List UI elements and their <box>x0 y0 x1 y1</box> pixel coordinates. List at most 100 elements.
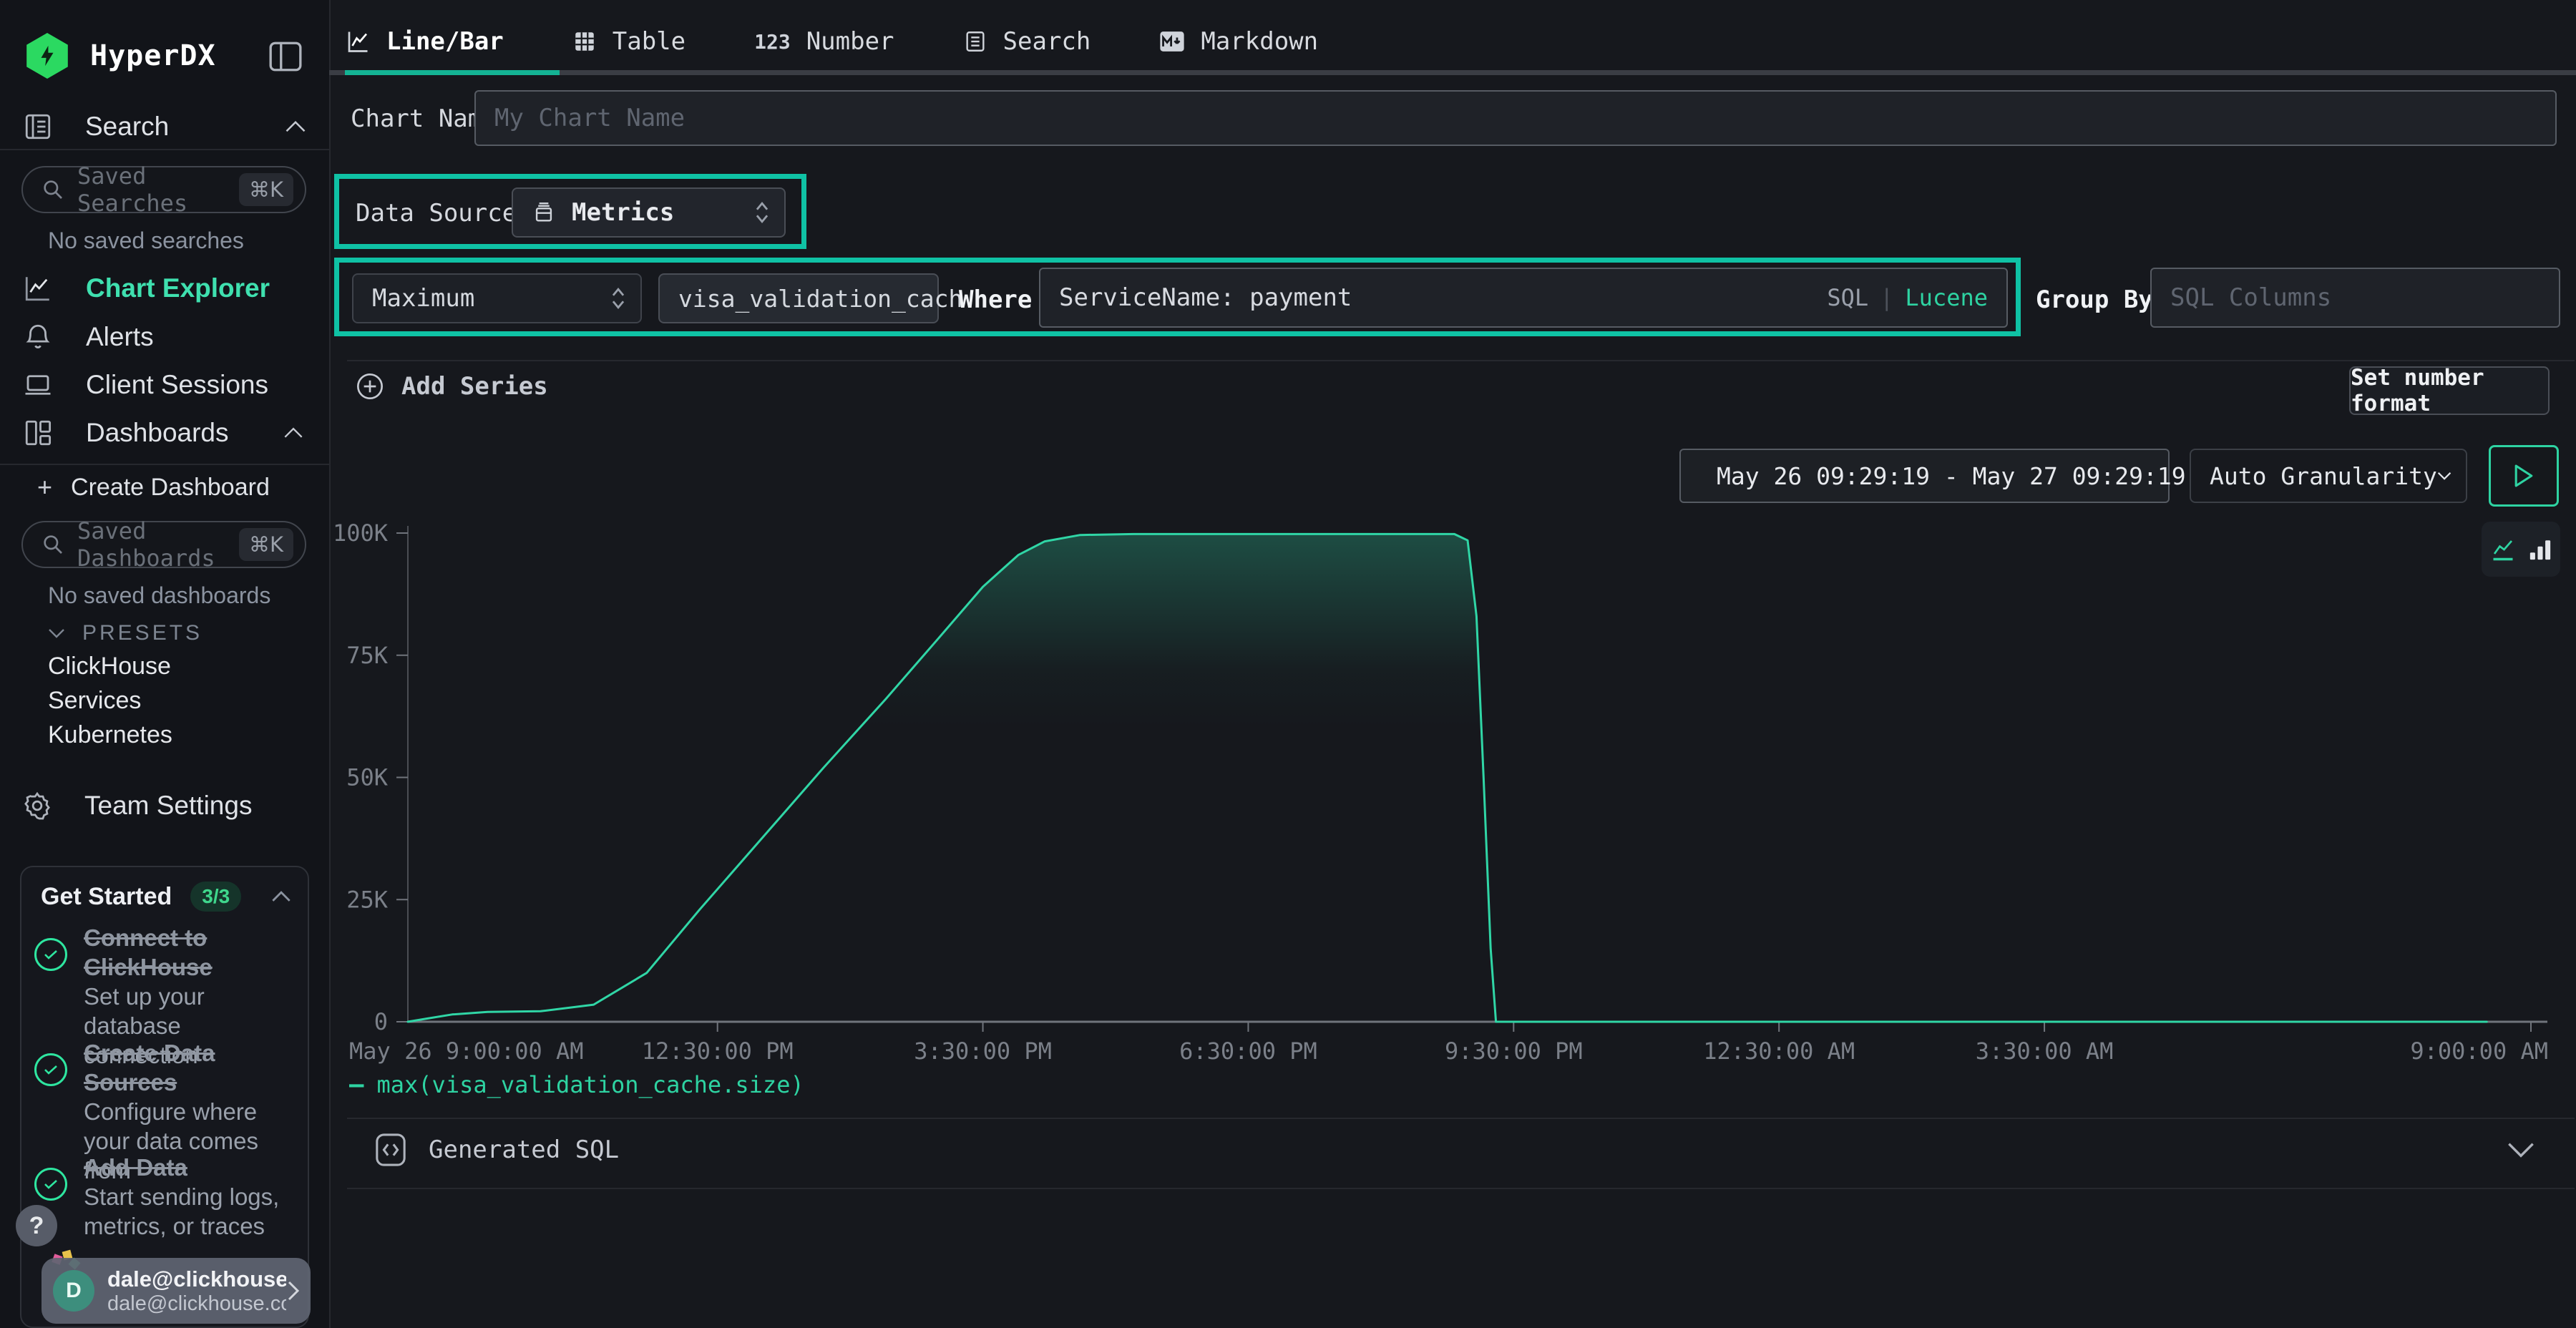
tab-table[interactable]: Table <box>572 27 686 56</box>
tab-label: Markdown <box>1201 27 1318 56</box>
no-saved-searches-text: No saved searches <box>48 228 244 254</box>
get-started-badge: 3/3 <box>190 882 241 912</box>
get-started-item-title: Create Data Sources <box>84 1038 298 1097</box>
no-saved-dashboards-text: No saved dashboards <box>48 582 270 609</box>
legend-series-label: max(visa_validation_cache.size) <box>376 1071 804 1098</box>
add-series-label: Add Series <box>401 372 548 401</box>
avatar: D <box>53 1270 94 1312</box>
chart-name-input[interactable] <box>474 90 2557 146</box>
generated-sql-label: Generated SQL <box>429 1136 2507 1164</box>
lucene-mode-toggle[interactable]: Lucene <box>1905 284 1988 311</box>
metric-field-tag[interactable]: visa_validation_cach <box>658 273 939 323</box>
shortcut-badge: ⌘K <box>239 173 293 206</box>
help-button[interactable]: ? <box>16 1205 57 1246</box>
aggregation-value: Maximum <box>372 284 610 313</box>
create-dashboard-label: Create Dashboard <box>71 474 270 502</box>
generated-sql-toggle[interactable]: Generated SQL <box>374 1128 2535 1171</box>
get-started-header[interactable]: Get Started 3/3 <box>41 882 291 912</box>
saved-dashboards-input[interactable]: Saved Dashboards ⌘K <box>21 521 306 568</box>
markdown-icon <box>1159 30 1185 53</box>
user-menu[interactable]: D dale@clickhouse.com dale@clickhouse.co… <box>42 1258 311 1324</box>
dashboards-icon <box>23 418 53 448</box>
tab-markdown[interactable]: Markdown <box>1159 27 1318 56</box>
svg-text:9:30:00 PM: 9:30:00 PM <box>1445 1038 1583 1065</box>
sidebar-item-chart-explorer[interactable]: Chart Explorer <box>23 273 270 303</box>
get-started-item[interactable]: Add Data Start sending logs, metrics, or… <box>84 1153 298 1241</box>
sidebar-item-alerts[interactable]: Alerts <box>23 322 154 352</box>
sql-mode-toggle[interactable]: SQL <box>1827 284 1868 311</box>
chevron-up-icon <box>283 426 303 439</box>
group-by-input[interactable] <box>2150 268 2560 328</box>
check-circle-icon <box>34 1053 67 1086</box>
select-chevrons-icon <box>610 286 626 311</box>
list-icon <box>963 29 987 54</box>
get-started-title: Get Started <box>41 883 172 911</box>
sidebar-item-client-sessions[interactable]: Client Sessions <box>23 370 268 400</box>
circle-plus-icon <box>356 372 384 401</box>
svg-text:75K: 75K <box>346 642 389 669</box>
chevron-up-icon <box>271 890 291 903</box>
sidebar-section-search[interactable]: Search <box>23 112 306 142</box>
saved-searches-input[interactable]: Saved Searches ⌘K <box>21 166 306 213</box>
where-value: ServiceName: payment <box>1059 283 1827 312</box>
get-started-item-title: Connect to ClickHouse <box>84 923 291 982</box>
help-label: ? <box>29 1212 44 1240</box>
granularity-value: Auto Granularity <box>2210 462 2437 490</box>
chevron-down-icon <box>2437 469 2451 482</box>
svg-text:50K: 50K <box>346 764 389 791</box>
svg-text:May 26 9:00:00 AM: May 26 9:00:00 AM <box>349 1038 584 1065</box>
chevron-down-icon <box>2507 1141 2535 1158</box>
set-number-format-button[interactable]: Set number format <box>2349 366 2550 415</box>
sidebar-item-label: Dashboards <box>86 418 283 448</box>
chart-type-tabbar: Line/Bar Table 123 Number Search Markdow… <box>345 19 1318 64</box>
collapse-sidebar-icon[interactable] <box>268 40 303 73</box>
where-input[interactable]: ServiceName: payment SQL | Lucene <box>1039 268 2008 328</box>
preset-kubernetes[interactable]: Kubernetes <box>48 721 172 749</box>
get-started-item-desc: Start sending logs, metrics, or traces <box>84 1182 298 1241</box>
data-source-value: Metrics <box>572 198 754 227</box>
chevron-right-icon <box>286 1280 301 1302</box>
tab-line-bar[interactable]: Line/Bar <box>345 27 504 56</box>
table-icon <box>572 29 597 54</box>
line-chart-icon <box>23 273 53 303</box>
app-logo[interactable]: HyperDX <box>24 33 216 79</box>
saved-dashboards-placeholder: Saved Dashboards <box>77 517 239 572</box>
play-icon <box>2513 464 2534 488</box>
tab-active-underline <box>345 70 560 75</box>
chart-legend[interactable]: — max(visa_validation_cache.size) <box>349 1070 804 1099</box>
presets-header[interactable]: PRESETS <box>48 621 203 645</box>
tab-label: Line/Bar <box>386 27 504 56</box>
data-source-select[interactable]: Metrics <box>512 187 786 238</box>
line-chart-icon <box>345 29 371 54</box>
add-series-button[interactable]: Add Series <box>356 372 548 401</box>
laptop-icon <box>23 370 53 400</box>
date-range-value: May 26 09:29:19 - May 27 09:29:19 <box>1717 462 2186 490</box>
metric-tag-text: visa_validation_cach <box>678 285 962 313</box>
preset-clickhouse[interactable]: ClickHouse <box>48 653 171 680</box>
sidebar-item-team-settings[interactable]: Team Settings <box>21 790 252 821</box>
create-dashboard-button[interactable]: + Create Dashboard <box>37 472 270 502</box>
chevron-down-icon <box>48 628 65 639</box>
tab-label: Search <box>1003 27 1091 56</box>
date-range-picker[interactable]: May 26 09:29:19 - May 27 09:29:19 <box>1679 449 2170 503</box>
sidebar-item-label: Client Sessions <box>86 370 268 400</box>
svg-text:3:30:00 PM: 3:30:00 PM <box>914 1038 1052 1065</box>
aggregation-select[interactable]: Maximum <box>352 273 642 323</box>
granularity-select[interactable]: Auto Granularity <box>2190 449 2467 503</box>
database-icon <box>532 200 556 225</box>
tab-label: Table <box>613 27 686 56</box>
tab-search[interactable]: Search <box>963 27 1091 56</box>
preset-services[interactable]: Services <box>48 687 141 715</box>
sidebar: HyperDX Search Saved Searches ⌘K No save… <box>0 0 331 1328</box>
search-icon <box>42 178 64 201</box>
svg-text:100K: 100K <box>333 519 389 547</box>
shortcut-badge: ⌘K <box>239 528 293 561</box>
user-subtitle: dale@clickhouse.com's <box>107 1292 286 1316</box>
sidebar-item-dashboards[interactable]: Dashboards <box>23 418 303 448</box>
check-circle-icon <box>34 938 67 971</box>
timeseries-chart: 025K50K75K100K12:30:00 PM3:30:00 PM6:30:… <box>329 514 2576 1068</box>
search-section-label: Search <box>85 112 285 142</box>
tab-number[interactable]: 123 Number <box>754 27 894 56</box>
run-query-button[interactable] <box>2489 445 2559 507</box>
hyperdx-app: HyperDX Search Saved Searches ⌘K No save… <box>0 0 2576 1328</box>
